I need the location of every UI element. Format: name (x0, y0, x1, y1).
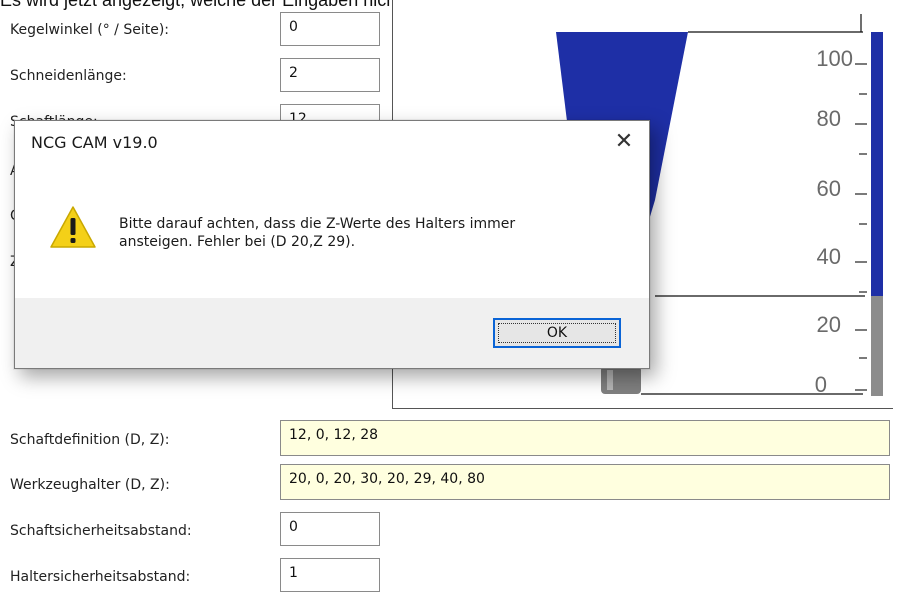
scale-tick-20: 20 (817, 312, 841, 337)
error-dialog: NCG CAM v19.0 ✕ Bitte darauf achten, das… (14, 120, 650, 369)
cutting-length-label: Schneidenlänge: (10, 68, 127, 84)
scale-bar-gray (871, 296, 883, 396)
shank-definition-label: Schaftdefinition (D, Z): (10, 432, 170, 448)
dialog-message: Bitte darauf achten, dass die Z-Werte de… (119, 215, 629, 251)
scale-tick-0: 0 (815, 372, 827, 397)
ok-button[interactable]: OK (493, 318, 621, 348)
holder-clearance-label: Haltersicherheitsabstand: (10, 569, 191, 585)
dialog-message-line1: Bitte darauf achten, dass die Z-Werte de… (119, 216, 516, 232)
dialog-title: NCG CAM v19.0 (31, 133, 158, 152)
cone-angle-input[interactable]: 0 (280, 12, 380, 46)
tool-holder-label: Werkzeughalter (D, Z): (10, 477, 170, 493)
scale-tick-40: 40 (817, 244, 841, 269)
holder-clearance-input[interactable]: 1 (280, 558, 380, 592)
scale-bar-blue (871, 32, 883, 296)
close-icon[interactable]: ✕ (611, 129, 637, 155)
tool-holder-input[interactable]: 20, 0, 20, 30, 20, 29, 40, 80 (280, 464, 890, 500)
dialog-footer: OK (15, 298, 649, 368)
dialog-message-line2: ansteigen. Fehler bei (D 20,Z 29). (119, 234, 356, 250)
shank-clearance-label: Schaftsicherheitsabstand: (10, 523, 192, 539)
scale-tick-80: 80 (817, 106, 841, 131)
shank-clearance-input[interactable]: 0 (280, 512, 380, 546)
shank-definition-input[interactable]: 12, 0, 12, 28 (280, 420, 890, 456)
scale-tick-100: 100 (816, 46, 853, 71)
cone-angle-label: Kegelwinkel (° / Seite): (10, 22, 170, 38)
warning-icon (49, 205, 97, 253)
scale-tick-60: 60 (817, 176, 841, 201)
cutting-length-input[interactable]: 2 (280, 58, 380, 92)
